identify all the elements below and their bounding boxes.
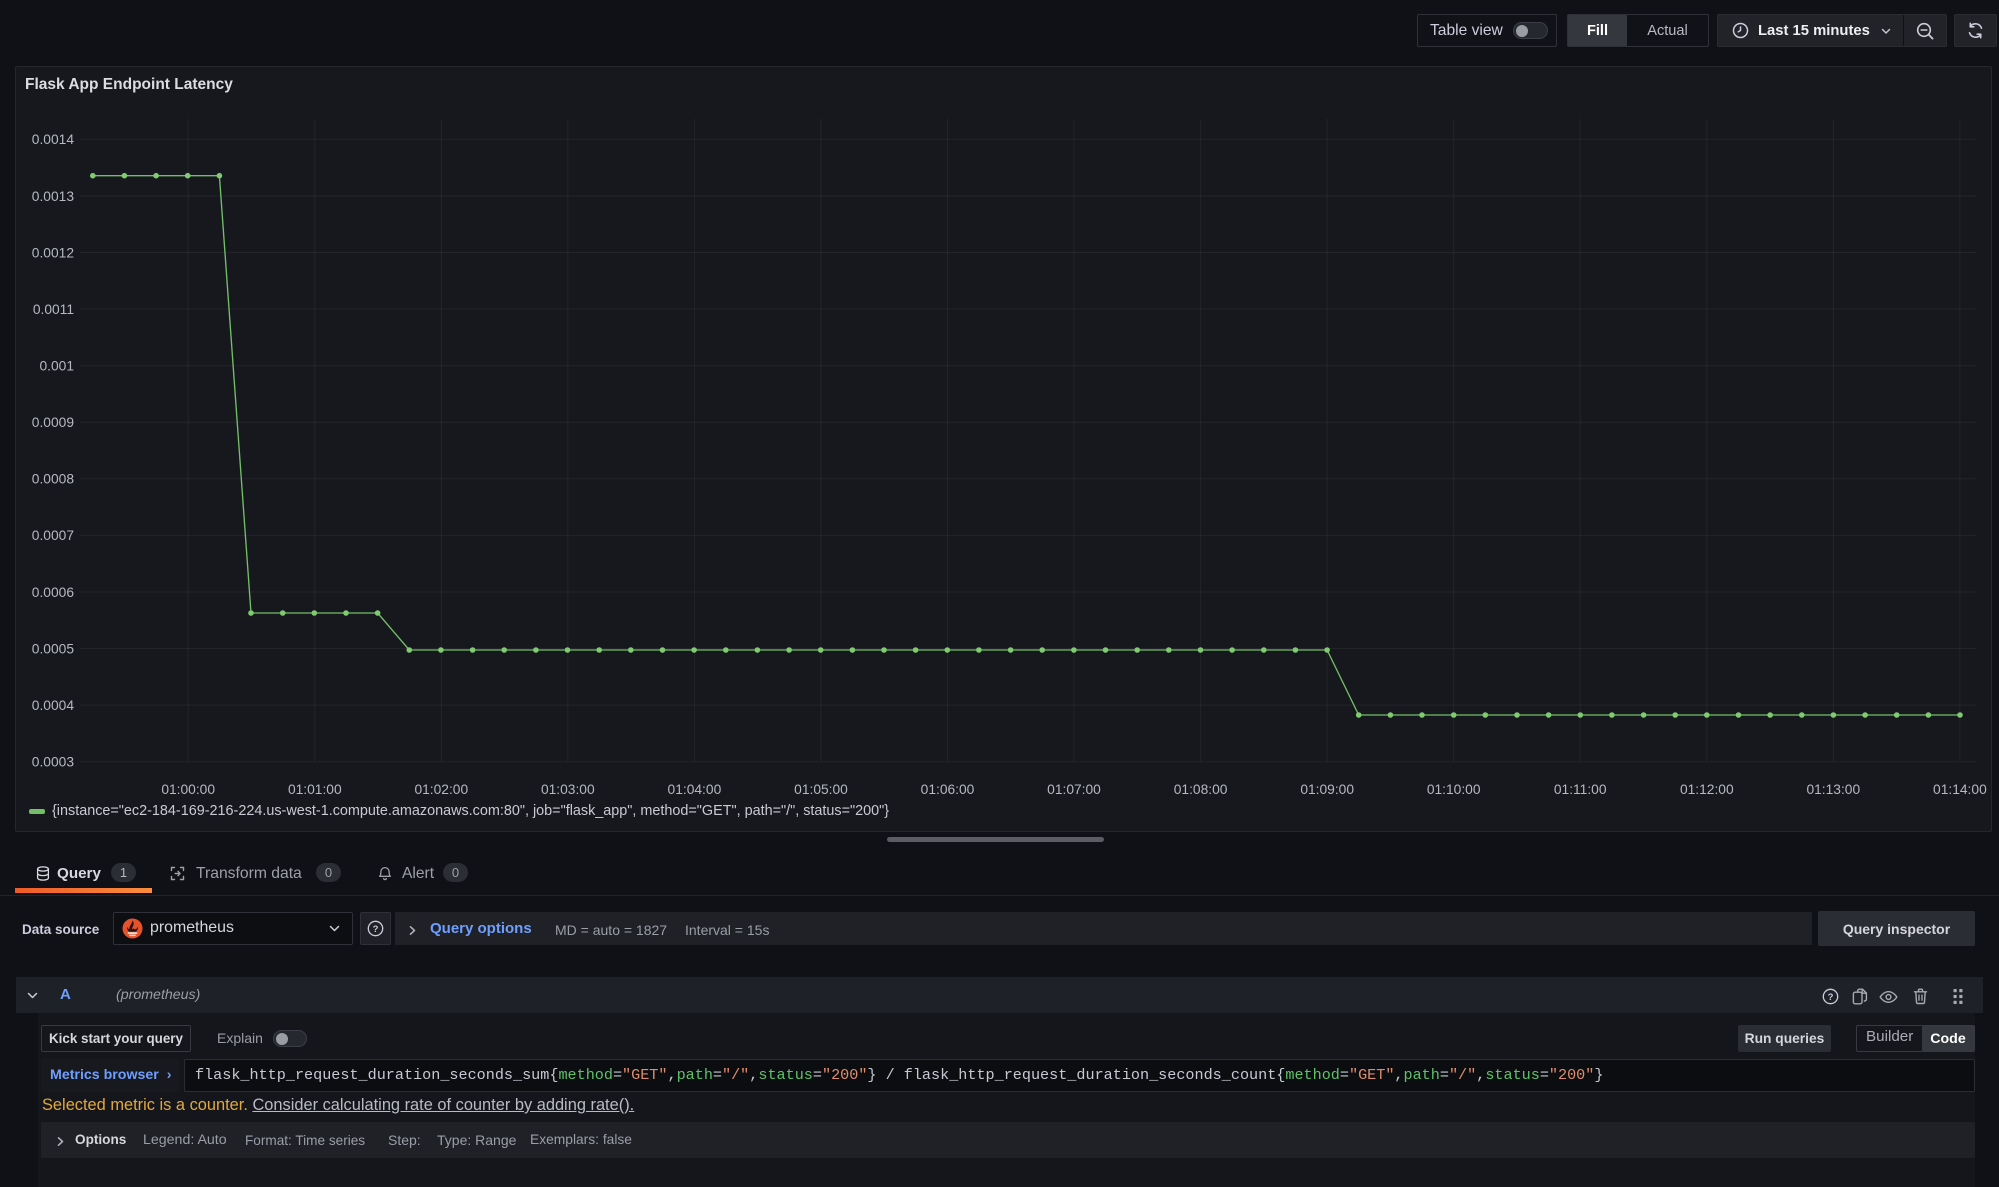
svg-text:0.0013: 0.0013 [32,189,75,204]
svg-text:0.0007: 0.0007 [32,528,74,543]
svg-text:?: ? [373,924,379,935]
svg-text:0.0012: 0.0012 [32,245,74,260]
svg-text:0.0009: 0.0009 [32,415,75,430]
svg-text:01:05:00: 01:05:00 [794,782,848,797]
svg-text:01:03:00: 01:03:00 [541,782,595,797]
svg-text:0.0006: 0.0006 [32,585,75,600]
svg-text:01:09:00: 01:09:00 [1300,782,1354,797]
svg-text:?: ? [1828,992,1834,1003]
svg-text:01:10:00: 01:10:00 [1427,782,1481,797]
svg-text:01:00:00: 01:00:00 [161,782,215,797]
svg-text:0.0014: 0.0014 [32,132,75,147]
svg-text:01:14:00: 01:14:00 [1933,782,1987,797]
svg-text:0.0004: 0.0004 [32,698,75,713]
svg-text:0.0008: 0.0008 [32,472,75,487]
svg-text:0.001: 0.001 [39,359,74,374]
svg-text:01:13:00: 01:13:00 [1806,782,1860,797]
svg-text:01:01:00: 01:01:00 [288,782,342,797]
svg-text:01:02:00: 01:02:00 [414,782,468,797]
svg-text:0.0003: 0.0003 [32,755,75,770]
svg-text:01:12:00: 01:12:00 [1680,782,1734,797]
svg-text:0.0011: 0.0011 [33,302,74,317]
svg-text:01:04:00: 01:04:00 [668,782,722,797]
svg-text:01:06:00: 01:06:00 [921,782,975,797]
svg-text:0.0005: 0.0005 [32,641,75,656]
svg-text:01:08:00: 01:08:00 [1174,782,1228,797]
svg-text:01:07:00: 01:07:00 [1047,782,1101,797]
svg-text:01:11:00: 01:11:00 [1554,782,1607,797]
